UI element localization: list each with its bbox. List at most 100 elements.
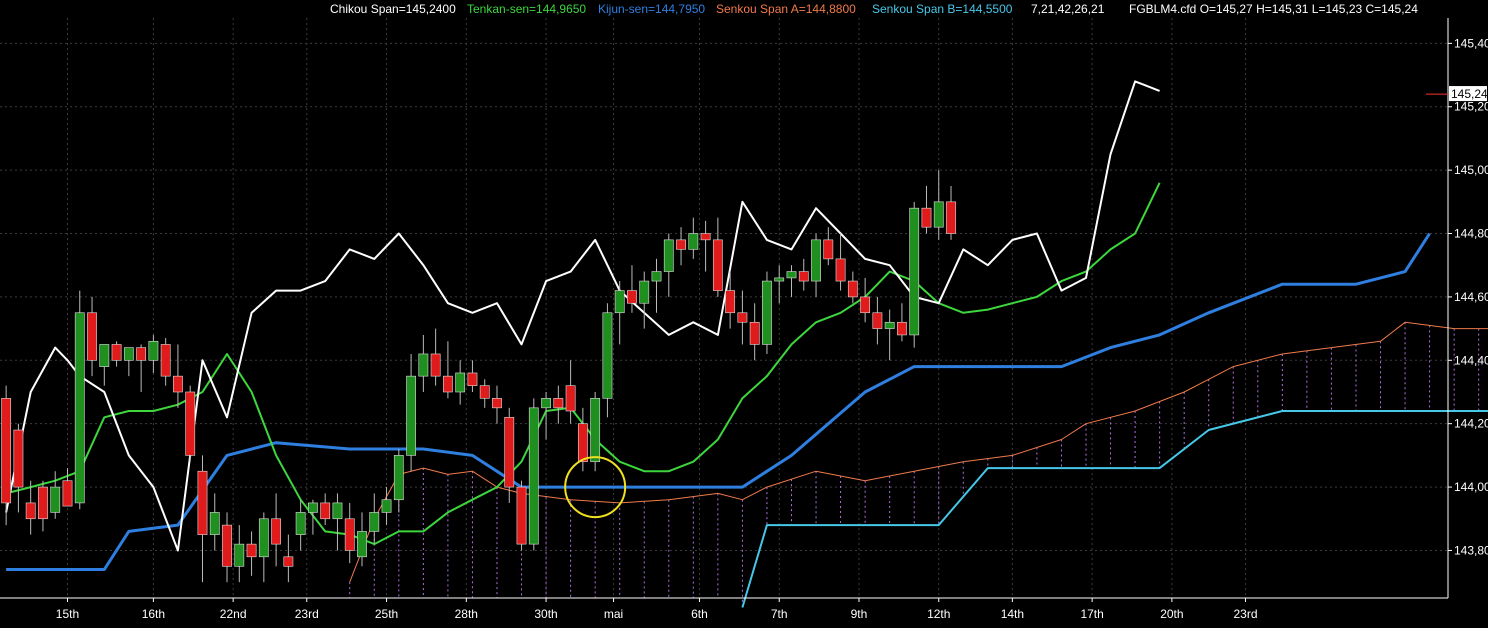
candle (467, 360, 478, 392)
candle (614, 281, 625, 345)
grid-lines (0, 18, 1448, 598)
bull-candle-body (811, 239, 821, 282)
candle (688, 217, 699, 259)
candle (516, 480, 527, 551)
candle (13, 423, 24, 513)
bull-candle-body (357, 531, 367, 558)
bear-candle-body (627, 290, 637, 304)
candle (786, 265, 797, 297)
x-tick-label: 7th (771, 607, 788, 621)
candle (749, 303, 760, 361)
candle (921, 185, 932, 234)
candle (87, 296, 97, 377)
candle (418, 334, 429, 392)
candle (99, 344, 110, 386)
bear-candle-body (700, 233, 711, 241)
candle (160, 338, 171, 386)
bear-candle-body (553, 398, 564, 409)
bull-candle-body (762, 280, 772, 345)
bear-candle-body (38, 486, 48, 520)
bear-candle-body (516, 486, 527, 545)
bull-candle-body (234, 543, 245, 567)
candle (909, 201, 920, 348)
bull-candle-body (933, 201, 944, 228)
candle (872, 296, 883, 345)
candle (271, 493, 282, 567)
bear-candle-body (492, 398, 502, 409)
bull-candle-body (590, 398, 601, 463)
chikou-span-line (5, 80, 1160, 552)
last-price-label: 145,24 (1451, 87, 1488, 101)
ichimoku-chart: Chikou Span=145,2400 Tenkan-sen=144,9650… (0, 0, 1488, 628)
bull-candle-body (99, 344, 110, 367)
bear-candle-body (25, 502, 36, 520)
candle (762, 271, 772, 354)
bull-candle-body (258, 518, 269, 558)
candle (185, 385, 196, 462)
candle (38, 480, 48, 532)
bear-candle-body (725, 290, 736, 314)
chart-canvas: 145,40 145,20 145,00 144,80 144,60 144,40 144,… (0, 18, 1488, 621)
candle (209, 493, 220, 551)
y-tick-label: 145,20 (1454, 100, 1488, 114)
candle (528, 398, 539, 551)
candle (111, 341, 122, 367)
bull-candle-body (909, 207, 920, 336)
bear-candle-body (847, 280, 858, 298)
candle (602, 303, 613, 418)
bear-candle-body (62, 480, 73, 507)
x-tick-label: 16th (142, 607, 165, 621)
candle (234, 525, 245, 583)
bull-candle-body (639, 280, 650, 304)
candle (332, 493, 343, 551)
candle (430, 328, 441, 386)
candle (847, 271, 858, 304)
candle (320, 493, 331, 526)
bear-candle-body (749, 321, 760, 345)
bear-candle-body (921, 207, 932, 228)
candles (1, 170, 956, 583)
bear-candle-body (185, 391, 196, 456)
bull-candle-body (148, 340, 159, 361)
bull-candle-body (74, 312, 85, 504)
bull-candle-body (332, 502, 343, 520)
bear-candle-body (860, 296, 871, 314)
y-tick-label: 144,20 (1454, 417, 1488, 431)
candle (455, 360, 466, 405)
candle (222, 512, 232, 583)
candle (860, 277, 871, 323)
bull-candle-body (688, 233, 699, 250)
y-tick-label: 144,40 (1454, 353, 1488, 367)
bear-candle-body (872, 312, 883, 329)
x-tick-label: 9th (851, 607, 868, 621)
tenkan-sen-line (5, 182, 1161, 546)
bull-candle-body (123, 347, 134, 361)
bull-candle-body (369, 512, 380, 532)
y-tick-label: 144,80 (1454, 227, 1488, 241)
x-tick-label: 14th (1001, 607, 1024, 621)
candle (197, 455, 208, 583)
bear-candle-body (479, 385, 490, 399)
x-tick-label: 17th (1080, 607, 1103, 621)
candle (553, 385, 564, 424)
candle (393, 449, 404, 513)
x-tick-label: 6th (691, 607, 708, 621)
bull-candle-body (651, 271, 662, 282)
candle (798, 258, 809, 291)
x-tick-label: 15th (56, 607, 79, 621)
candle (933, 170, 944, 240)
candle (1, 385, 12, 526)
candle (712, 217, 723, 297)
senkou-span-b-line (741, 410, 1488, 608)
bear-candle-body (430, 353, 441, 377)
candle (283, 534, 294, 583)
candle (148, 334, 159, 373)
bear-candle-body (467, 372, 478, 386)
candle (737, 290, 748, 345)
bear-candle-body (173, 375, 183, 393)
candle (50, 471, 61, 519)
bear-candle-body (136, 347, 147, 361)
bear-candle-body (111, 344, 122, 361)
candle (774, 265, 785, 304)
bull-candle-body (209, 512, 220, 535)
